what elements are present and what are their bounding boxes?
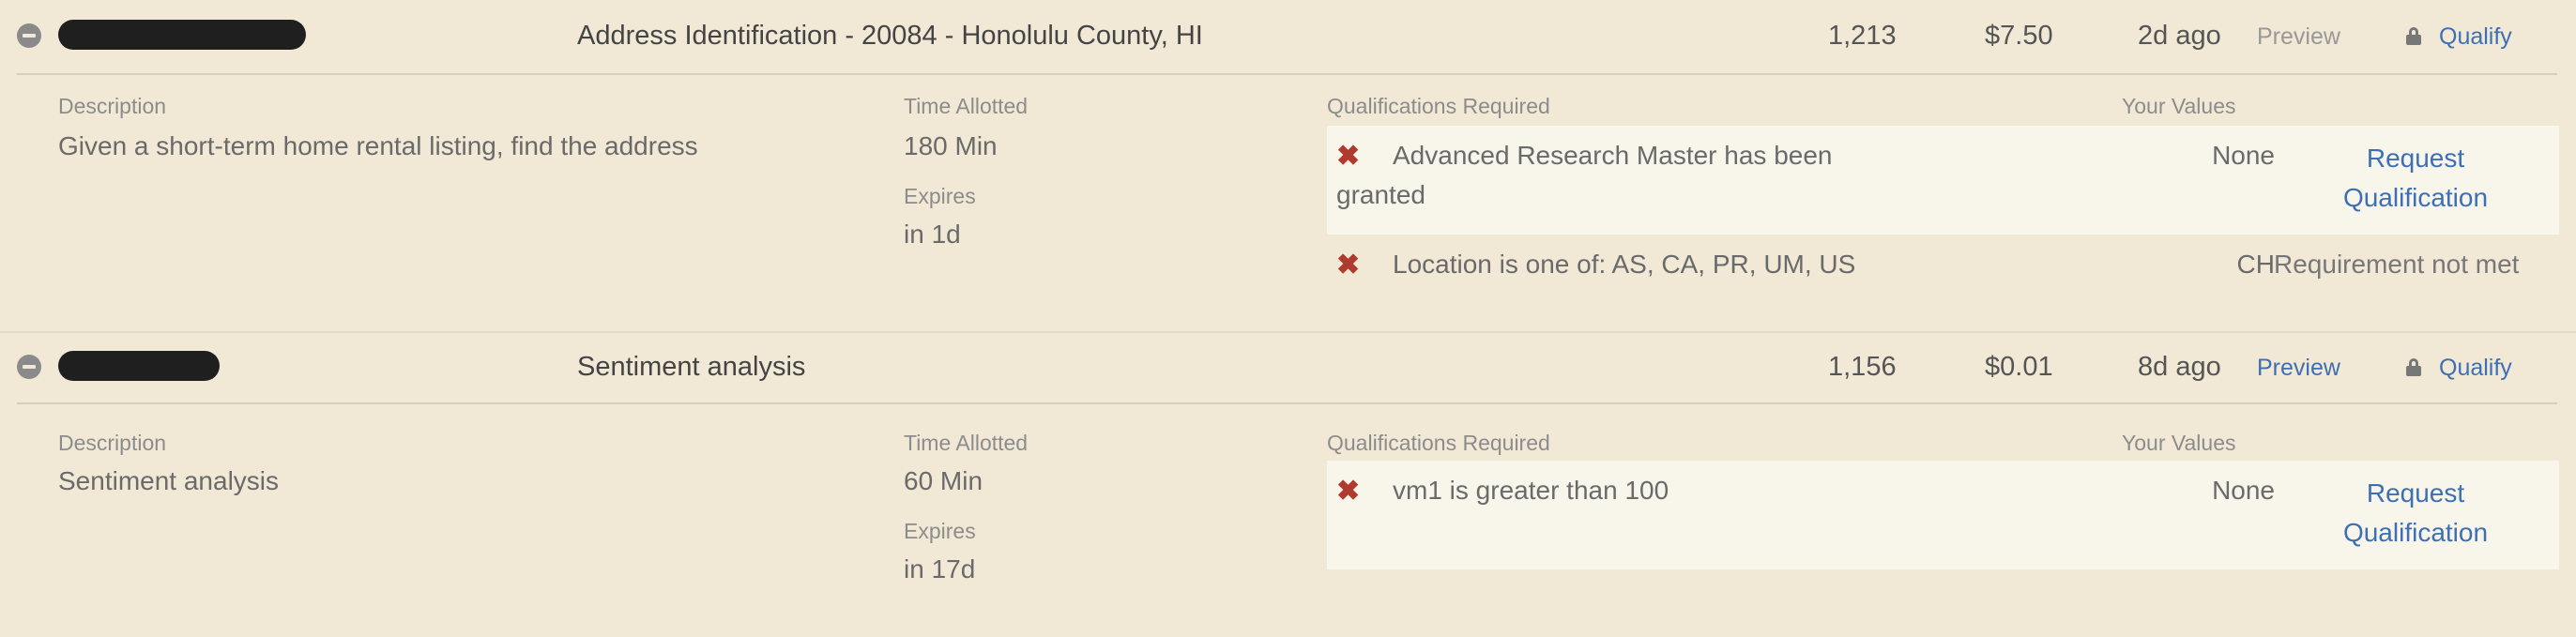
- expires-label: Expires: [904, 519, 976, 543]
- description-label: Description: [58, 94, 167, 118]
- qualification-text: Location is one of: AS, CA, PR, UM, US: [1393, 250, 1856, 279]
- time-allotted-label: Time Allotted: [904, 94, 1029, 118]
- created-time: 2d ago: [2138, 21, 2221, 51]
- your-value: None: [2212, 476, 2275, 505]
- hit-title[interactable]: Sentiment analysis: [577, 352, 805, 383]
- requester-name-redacted[interactable]: [58, 351, 220, 381]
- qualify-link[interactable]: Qualify: [2439, 23, 2512, 51]
- cross-icon: ✖: [1336, 250, 1361, 281]
- qualification-row: ✖ vm1 is greater than 100 None Request Q…: [1327, 461, 2559, 569]
- collapse-icon[interactable]: [17, 355, 41, 379]
- expires-value: in 17d: [904, 554, 976, 584]
- preview-link[interactable]: Preview: [2257, 355, 2340, 382]
- hit-row: Address Identification - 20084 - Honolul…: [0, 0, 2576, 331]
- requester-name-redacted[interactable]: [58, 20, 306, 50]
- qualification-text-line2: granted: [1336, 180, 1425, 209]
- time-allotted-value: 180 Min: [904, 131, 998, 160]
- description-text: Sentiment analysis: [58, 466, 280, 495]
- hit-row: Sentiment analysis 1,156 $0.01 8d ago Pr…: [0, 331, 2576, 637]
- request-qualification-line2[interactable]: Qualification: [2294, 513, 2538, 553]
- expires-label: Expires: [904, 184, 976, 208]
- qualify-link[interactable]: Qualify: [2439, 355, 2512, 382]
- qualification-text-line1: Advanced Research Master has been: [1393, 141, 1833, 170]
- reward: $0.01: [1985, 352, 2053, 382]
- lock-icon: [2406, 27, 2421, 45]
- cross-icon: ✖: [1336, 141, 1361, 172]
- preview-link[interactable]: Preview: [2257, 23, 2340, 51]
- description-text: Given a short-term home rental listing, …: [58, 131, 698, 160]
- hits-available: 1,156: [1828, 352, 1897, 382]
- your-value: None: [2212, 141, 2275, 170]
- hits-available: 1,213: [1828, 21, 1897, 51]
- qualification-text: vm1 is greater than 100: [1393, 476, 1669, 505]
- time-allotted-label: Time Allotted: [904, 431, 1029, 455]
- hit-summary: Address Identification - 20084 - Honolul…: [17, 0, 2557, 75]
- your-values-label: Your Values: [2122, 431, 2236, 455]
- description-label: Description: [58, 431, 167, 455]
- requirement-not-met-text: Requirement not met: [2274, 250, 2520, 279]
- lock-icon: [2406, 358, 2421, 376]
- qualification-row: ✖ Location is one of: AS, CA, PR, UM, US…: [1327, 236, 2559, 295]
- request-qualification-line1[interactable]: Request: [2294, 139, 2538, 178]
- request-qualification-link[interactable]: Request Qualification: [2294, 474, 2538, 553]
- qualification-row: ✖ Advanced Research Master has been gran…: [1327, 126, 2559, 235]
- time-allotted-value: 60 Min: [904, 466, 983, 495]
- hit-summary: Sentiment analysis 1,156 $0.01 8d ago Pr…: [17, 333, 2557, 404]
- reward: $7.50: [1985, 21, 2053, 51]
- request-qualification-link[interactable]: Request Qualification: [2294, 139, 2538, 218]
- request-qualification-line2[interactable]: Qualification: [2294, 178, 2538, 218]
- qualifications-required-label: Qualifications Required: [1327, 94, 1550, 118]
- cross-icon: ✖: [1336, 476, 1361, 507]
- your-values-label: Your Values: [2122, 94, 2236, 118]
- hit-title[interactable]: Address Identification - 20084 - Honolul…: [577, 21, 1203, 52]
- collapse-icon[interactable]: [17, 23, 41, 48]
- your-value: CH: [2236, 250, 2275, 279]
- expires-value: in 1d: [904, 220, 961, 249]
- request-qualification-line1[interactable]: Request: [2294, 474, 2538, 513]
- created-time: 8d ago: [2138, 352, 2221, 382]
- qualifications-required-label: Qualifications Required: [1327, 431, 1550, 455]
